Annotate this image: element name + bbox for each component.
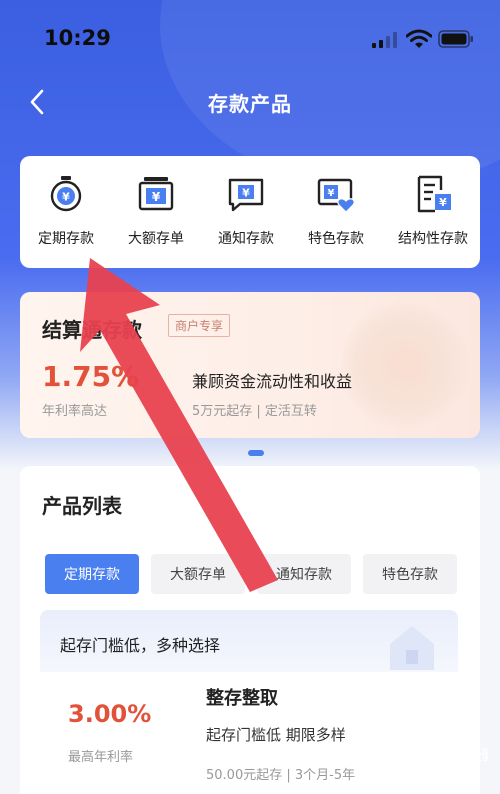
promo-badge: 商户专享 [168, 314, 231, 337]
product-rate-label: 最高年利率 [68, 750, 134, 765]
house-decoration-icon [390, 626, 434, 670]
promo-banner[interactable]: 结算通存款 商户专享 1.75% 年利率高达 兼顾资金流动性和收益 5万元起存 … [20, 292, 480, 438]
status-time: 10:29 [44, 26, 111, 50]
tab-large-cd[interactable]: 大额存单 [151, 554, 245, 594]
tab-notice-deposit[interactable]: 通知存款 [257, 554, 351, 594]
page-title: 存款产品 [208, 92, 292, 116]
product-rate: 3.00% [68, 700, 152, 728]
category-label: 定期存款 [38, 231, 94, 247]
promo-subtext: 5万元起存 | 定活互转 [192, 404, 317, 419]
signal-icon [372, 32, 397, 48]
category-fixed-deposit[interactable]: ¥ 定期存款 [38, 174, 94, 268]
baidu-watermark: Baidu 经验 jingyan.baidu.com [393, 745, 488, 783]
wifi-icon [406, 29, 432, 48]
tab-special-deposit[interactable]: 特色存款 [363, 554, 457, 594]
category-notice-deposit[interactable]: ¥ 通知存款 [218, 174, 274, 268]
watermark-url: jingyan.baidu.com [393, 773, 477, 783]
svg-text:¥: ¥ [152, 190, 161, 204]
category-label: 特色存款 [308, 231, 364, 247]
promo-title: 结算通存款 [42, 318, 142, 342]
category-menu: ¥ 定期存款 ¥ 大额存单 ¥ 通知存款 ¥ 特色存款 ¥ 结构性存款 [20, 156, 480, 268]
promo-rate-label: 年利率高达 [42, 404, 108, 419]
watermark-text: Baidu 经验 [418, 747, 488, 764]
category-large-cd[interactable]: ¥ 大额存单 [128, 174, 184, 268]
category-label: 结构性存款 [398, 231, 468, 247]
tab-fixed-deposit[interactable]: 定期存款 [45, 554, 139, 594]
svg-text:¥: ¥ [328, 188, 335, 199]
product-card-headline: 起存门槛低，多种选择 [60, 636, 221, 655]
certificate-yen-icon: ¥ [138, 177, 174, 211]
product-description: 起存门槛低 期限多样 [206, 726, 346, 744]
svg-text:¥: ¥ [439, 196, 447, 209]
product-list-title: 产品列表 [42, 494, 122, 518]
coin-decoration [340, 300, 470, 430]
svg-text:¥: ¥ [62, 191, 70, 204]
promo-description: 兼顾资金流动性和收益 [192, 372, 353, 391]
message-yen-icon: ¥ [228, 178, 264, 212]
battery-icon [438, 30, 473, 48]
nav-bar: 存款产品 [0, 80, 500, 124]
category-special-deposit[interactable]: ¥ 特色存款 [308, 174, 364, 268]
product-tabs: 定期存款 大额存单 通知存款 特色存款 [45, 554, 457, 594]
stopwatch-yen-icon: ¥ [50, 176, 82, 212]
category-structured-deposit[interactable]: ¥ 结构性存款 [398, 174, 468, 268]
status-bar: 10:29 [0, 0, 500, 72]
document-yen-icon: ¥ [417, 175, 451, 213]
category-label: 通知存款 [218, 231, 274, 247]
svg-text:¥: ¥ [242, 187, 250, 200]
category-label: 大额存单 [128, 231, 184, 247]
promo-rate: 1.75% [42, 360, 140, 393]
product-card-header: 起存门槛低，多种选择 [40, 610, 458, 672]
card-heart-yen-icon: ¥ [317, 178, 355, 213]
carousel-indicator [248, 450, 264, 456]
product-subtext: 50.00元起存 | 3个月-5年 [206, 768, 356, 783]
product-name: 整存整取 [206, 688, 278, 709]
